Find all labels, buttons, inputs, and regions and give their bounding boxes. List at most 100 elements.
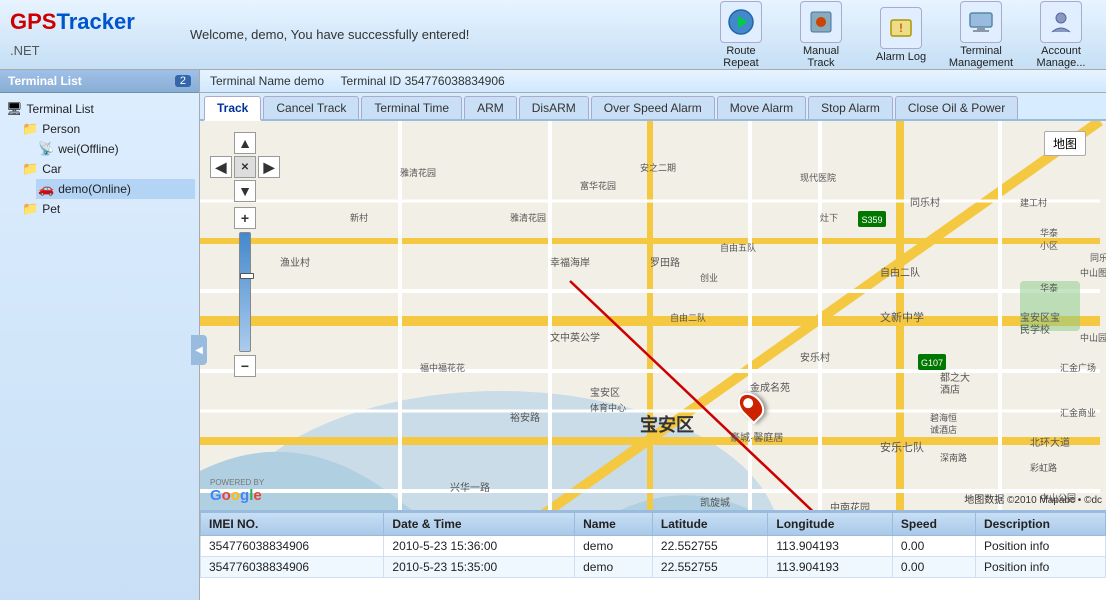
header: GPSTracker .NET Welcome, demo, You have … — [0, 0, 1106, 70]
pan-left-button[interactable]: ◀ — [210, 156, 232, 178]
sidebar-collapse-handle[interactable]: ◀ — [191, 335, 207, 365]
terminal-management-button[interactable]: Terminal Management — [946, 1, 1016, 69]
route-repeat-button[interactable]: Route Repeat — [706, 1, 776, 69]
table-header-row: IMEI NO. Date & Time Name Latitude Longi… — [201, 513, 1106, 536]
svg-text:安之二期: 安之二期 — [640, 162, 676, 173]
account-management-button[interactable]: Account Manage... — [1026, 1, 1096, 69]
content-header: Terminal Name demo Terminal ID 354776038… — [200, 70, 1106, 93]
terminal-management-label-line2: Management — [949, 57, 1013, 69]
zoom-bar[interactable] — [239, 232, 251, 352]
cell-desc-1: Position info — [975, 557, 1105, 578]
welcome-message: Welcome, demo, You have successfully ent… — [170, 27, 706, 42]
svg-text:兴华一路: 兴华一路 — [450, 481, 490, 494]
account-management-icon — [1040, 1, 1082, 43]
tree-node-demo[interactable]: 🚗 demo(Online) — [36, 179, 195, 199]
tree-node-wei[interactable]: 📡 wei(Offline) — [36, 139, 195, 159]
tab-stop-alarm[interactable]: Stop Alarm — [808, 96, 893, 119]
logo-area: GPSTracker .NET — [10, 9, 170, 61]
svg-text:酒店: 酒店 — [940, 383, 960, 396]
svg-text:华泰: 华泰 — [1040, 227, 1058, 238]
account-management-label-line2: Manage... — [1037, 57, 1086, 69]
tree-node-car[interactable]: 📁 Car — [20, 159, 195, 179]
map-background: 宝安区 文新中学 自由二队 安乐村 安乐七队 文中英公学 裕安路 兴华一路 宝安… — [200, 121, 1106, 510]
tree-node-root[interactable]: 🖥 Terminal List — [4, 99, 195, 119]
svg-text:富华花园: 富华花园 — [580, 180, 616, 191]
pan-down-button[interactable]: ▼ — [234, 180, 256, 202]
cell-name-1: demo — [575, 557, 653, 578]
pan-right-button[interactable]: ▶ — [258, 156, 280, 178]
svg-text:民学校: 民学校 — [1020, 323, 1050, 336]
zoom-out-button[interactable]: − — [234, 355, 256, 377]
tab-arm[interactable]: ARM — [464, 96, 517, 119]
tab-track[interactable]: Track — [204, 96, 261, 121]
toolbar: Route Repeat Manual Track ! Alarm Log — [706, 1, 1096, 69]
map-container[interactable]: 宝安区 文新中学 自由二队 安乐村 安乐七队 文中英公学 裕安路 兴华一路 宝安… — [200, 121, 1106, 510]
svg-text:豪城·馨庭居: 豪城·馨庭居 — [730, 431, 783, 444]
tree-children-person: 📡 wei(Offline) — [20, 139, 195, 159]
cell-speed-0: 0.00 — [892, 536, 975, 557]
tree-node-person[interactable]: 📁 Person — [20, 119, 195, 139]
tab-close-oil[interactable]: Close Oil & Power — [895, 96, 1018, 119]
svg-text:中南花园: 中南花园 — [830, 501, 870, 510]
svg-text:渔业村: 渔业村 — [280, 256, 310, 269]
svg-text:宝安区: 宝安区 — [590, 386, 620, 399]
svg-text:幸福海岸: 幸福海岸 — [550, 256, 590, 269]
tree-node-pet[interactable]: 📁 Pet — [20, 199, 195, 219]
manual-track-button[interactable]: Manual Track — [786, 1, 856, 69]
route-repeat-label-line2: Repeat — [723, 57, 758, 69]
svg-text:诚酒店: 诚酒店 — [930, 424, 957, 435]
tab-overspeed[interactable]: Over Speed Alarm — [591, 96, 715, 119]
tree-children-car: 🚗 demo(Online) — [20, 179, 195, 199]
pan-up-button[interactable]: ▲ — [234, 132, 256, 154]
svg-text:自由二队: 自由二队 — [880, 266, 920, 279]
zoom-in-button[interactable]: + — [234, 207, 256, 229]
svg-text:北环大道: 北环大道 — [1030, 436, 1070, 449]
zoom-indicator — [240, 273, 254, 279]
svg-text:灶下: 灶下 — [820, 212, 838, 223]
terminal-id-value: 354776038834906 — [405, 74, 505, 88]
powered-by: POWERED BY Google — [210, 478, 264, 504]
svg-text:同乐立交: 同乐立交 — [1090, 252, 1106, 263]
table-row[interactable]: 354776038834906 2010-5-23 15:36:00 demo … — [201, 536, 1106, 557]
tree-icon-car: 📁 — [22, 161, 38, 177]
sidebar-tree: 🖥 Terminal List 📁 Person 📡 wei(Offline) — [0, 93, 199, 600]
svg-text:中山园区: 中山园区 — [1080, 332, 1106, 343]
tab-cancel-track[interactable]: Cancel Track — [263, 96, 359, 119]
svg-text:文中英公学: 文中英公学 — [550, 331, 600, 344]
cell-name-0: demo — [575, 536, 653, 557]
tab-move-alarm[interactable]: Move Alarm — [717, 96, 806, 119]
svg-text:新村: 新村 — [350, 212, 368, 223]
svg-text:罗田路: 罗田路 — [650, 256, 680, 269]
sidebar-count: 2 — [175, 75, 191, 87]
terminal-management-label-line1: Terminal — [960, 45, 1002, 57]
svg-text:宝安区: 宝安区 — [640, 414, 694, 435]
tree-label-pet: Pet — [42, 202, 60, 216]
cell-lon-0: 113.904193 — [768, 536, 893, 557]
map-type-button[interactable]: 地图 — [1044, 131, 1086, 156]
terminal-id-label: Terminal ID — [341, 74, 402, 88]
table-row[interactable]: 354776038834906 2010-5-23 15:35:00 demo … — [201, 557, 1106, 578]
col-imei: IMEI NO. — [201, 513, 384, 536]
col-description: Description — [975, 513, 1105, 536]
map-footer-info: 地图数据 ©2010 Mapabc • ©dc — [964, 491, 1102, 506]
sidebar: Terminal List 2 🖥 Terminal List 📁 Person… — [0, 70, 200, 600]
cell-imei-0: 354776038834906 — [201, 536, 384, 557]
cell-lon-1: 113.904193 — [768, 557, 893, 578]
svg-text:福中福花花: 福中福花花 — [420, 362, 465, 373]
tree-icon-root: 🖥 — [6, 101, 23, 117]
route-repeat-icon — [720, 1, 762, 43]
col-name: Name — [575, 513, 653, 536]
svg-text:凯旋城: 凯旋城 — [700, 496, 730, 509]
tab-disarm[interactable]: DisARM — [519, 96, 589, 119]
tracking-table: IMEI NO. Date & Time Name Latitude Longi… — [200, 512, 1106, 578]
logo: GPSTracker .NET — [10, 9, 170, 61]
powered-by-text: POWERED BY — [210, 478, 264, 487]
cell-lat-1: 22.552755 — [652, 557, 767, 578]
recenter-button[interactable]: ✕ — [234, 156, 256, 178]
svg-text:彩虹路: 彩虹路 — [1030, 462, 1057, 473]
svg-text:S359: S359 — [861, 215, 882, 225]
content-area: Terminal Name demo Terminal ID 354776038… — [200, 70, 1106, 600]
tab-terminal-time[interactable]: Terminal Time — [361, 96, 462, 119]
alarm-log-label: Alarm Log — [876, 51, 926, 63]
alarm-log-button[interactable]: ! Alarm Log — [866, 7, 936, 63]
